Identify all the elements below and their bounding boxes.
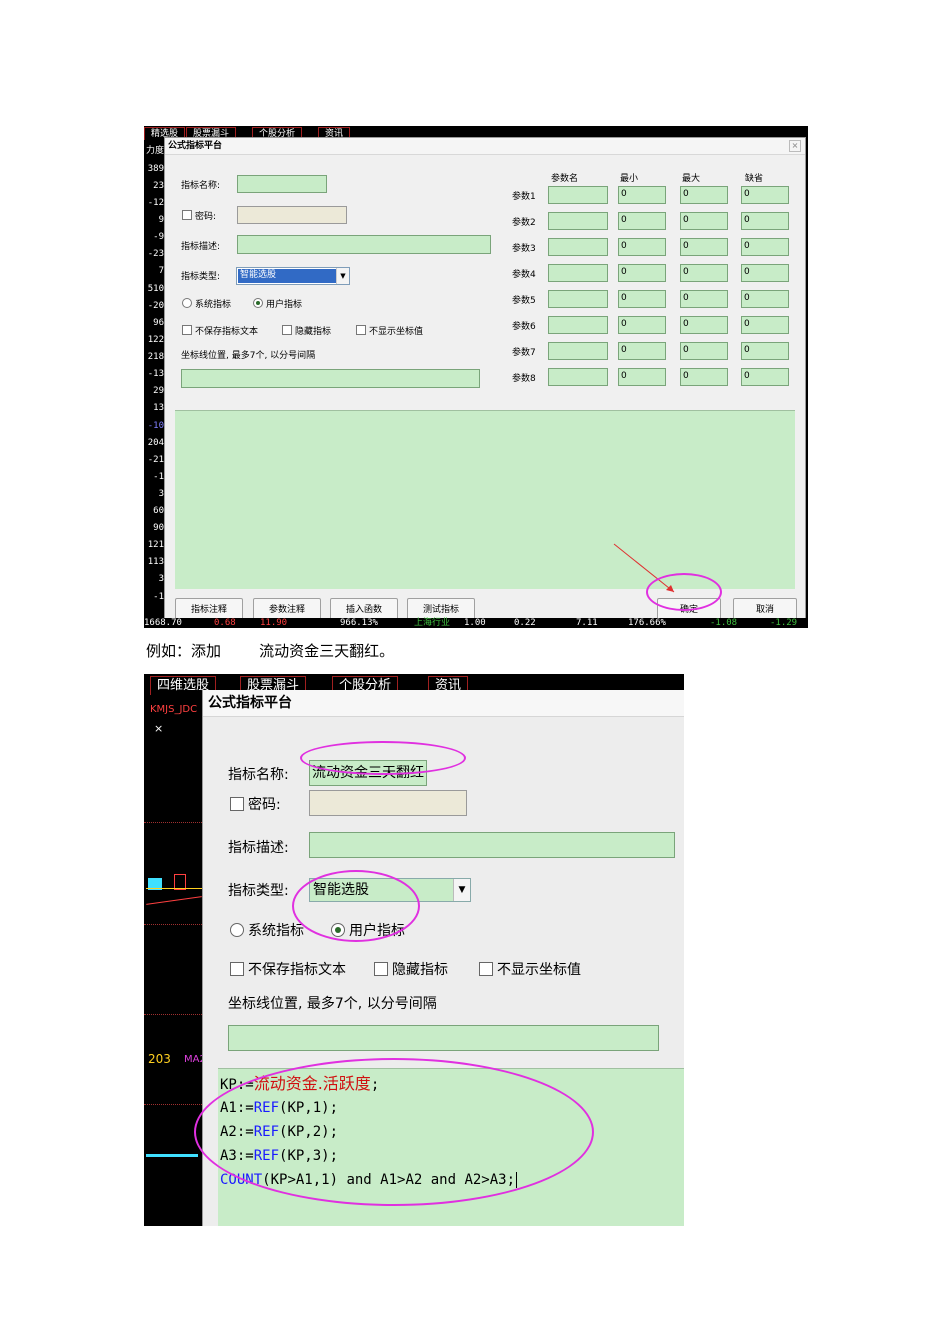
text-cursor: [516, 1172, 518, 1188]
code-token: A2:=: [220, 1124, 254, 1140]
code-token-keyword: COUNT: [220, 1172, 263, 1188]
code-token: ;: [370, 1077, 380, 1093]
chart-line: [146, 896, 202, 905]
quote-value: 0.68: [214, 618, 236, 628]
user-indicator-label: 用户指标: [349, 923, 405, 939]
code-token: (KP,3);: [279, 1148, 339, 1164]
code-token-keyword: REF: [253, 1148, 280, 1164]
quote-value: 1668.70: [144, 618, 182, 628]
no-coord-checkbox[interactable]: [479, 962, 493, 976]
name-input[interactable]: 流动资金三天翻红: [309, 760, 427, 786]
indicator-name-text: KMJS_JDC: [150, 704, 198, 715]
system-indicator-label: 系统指标: [248, 923, 304, 939]
quote-value: -1.29: [770, 618, 798, 628]
close-icon[interactable]: ×: [154, 722, 163, 735]
no-save-checkbox[interactable]: [230, 962, 244, 976]
quote-value: 7.11: [576, 618, 598, 628]
chart-line: [146, 888, 202, 889]
desc-label: 指标描述:: [228, 840, 289, 856]
code-line-3: A2:=REF(KP,2);: [220, 1123, 338, 1141]
axis-value: 203: [148, 1052, 171, 1066]
chart-gridline: [144, 1104, 202, 1105]
code-token: A1:=: [220, 1100, 254, 1116]
system-indicator-radio[interactable]: [230, 923, 244, 937]
quote-value: 0.22: [514, 618, 536, 628]
screenshot-formula-platform-filled: 四维选股 股票漏斗 个股分析 资讯 KMJS_JDC × 203 MA2 公式指…: [144, 674, 684, 1226]
window-title-bar: 公式指标平台: [203, 690, 684, 717]
screenshot-formula-platform-empty: 精选股 股票漏斗 个股分析 资讯 力度 389 23 -12 9 -9 -23 …: [144, 126, 808, 628]
code-token: KP:=: [220, 1077, 254, 1093]
quote-value: 上海行业: [414, 618, 451, 628]
hide-indicator-label: 隐藏指标: [392, 962, 448, 978]
name-label: 指标名称:: [228, 767, 289, 783]
type-select[interactable]: 智能选股 ▼: [309, 878, 471, 902]
coord-position-input[interactable]: [228, 1025, 659, 1051]
code-token: (KP,2);: [279, 1124, 339, 1140]
code-token-keyword: REF: [253, 1124, 280, 1140]
quote-value: 11.90: [260, 618, 288, 628]
type-label: 指标类型:: [228, 883, 289, 899]
no-coord-label: 不显示坐标值: [497, 962, 581, 978]
chevron-down-icon[interactable]: ▼: [453, 879, 470, 901]
password-input[interactable]: [309, 790, 467, 816]
user-indicator-radio[interactable]: [331, 923, 345, 937]
hide-indicator-checkbox[interactable]: [374, 962, 388, 976]
quote-value: 966.13%: [340, 618, 378, 628]
chart-gridline: [144, 1014, 202, 1015]
code-line-2: A1:=REF(KP,1);: [220, 1099, 338, 1117]
code-line-4: A3:=REF(KP,3);: [220, 1147, 338, 1165]
formula-platform-window: 公式指标平台 指标名称: 流动资金三天翻红 密码: 指标描述: 指标类型: 智能…: [202, 690, 684, 1226]
code-line-5: COUNT(KP>A1,1) and A1>A2 and A2>A3;: [220, 1171, 518, 1189]
type-selected-value: 智能选股: [313, 882, 369, 898]
code-token: A3:=: [220, 1148, 254, 1164]
code-token-function: 流动资金.活跃度: [253, 1074, 371, 1093]
quote-value: 176.66%: [628, 618, 666, 628]
code-token: (KP>A1,1) and A1>A2 and A2>A3;: [262, 1172, 516, 1188]
no-save-label: 不保存指标文本: [248, 962, 346, 978]
code-line-1: KP:=流动资金.活跃度;: [220, 1075, 379, 1094]
desc-input[interactable]: [309, 832, 675, 858]
window-title: 公式指标平台: [208, 695, 292, 711]
formula-editor[interactable]: KP:=流动资金.活跃度; A1:=REF(KP,1); A2:=REF(KP,…: [218, 1068, 684, 1226]
chart-gridline: [144, 822, 202, 823]
bottom-quote-strip: 1668.70 0.68 11.90 966.13% 上海行业 1.00 0.2…: [144, 618, 808, 628]
password-label: 密码:: [248, 797, 281, 813]
chart-gridline: [144, 924, 202, 925]
code-token-keyword: REF: [253, 1100, 280, 1116]
volume-bar: [146, 1154, 198, 1157]
example-caption: 例如：添加 流动资金三天翻红。: [146, 642, 395, 660]
coord-position-label: 坐标线位置, 最多7个, 以分号间隔: [228, 996, 437, 1012]
quote-value: 1.00: [464, 618, 486, 628]
quote-value: -1.08: [710, 618, 738, 628]
red-arrow-annotation: [613, 543, 675, 593]
code-token: (KP,1);: [279, 1100, 339, 1116]
password-checkbox[interactable]: [230, 797, 244, 811]
